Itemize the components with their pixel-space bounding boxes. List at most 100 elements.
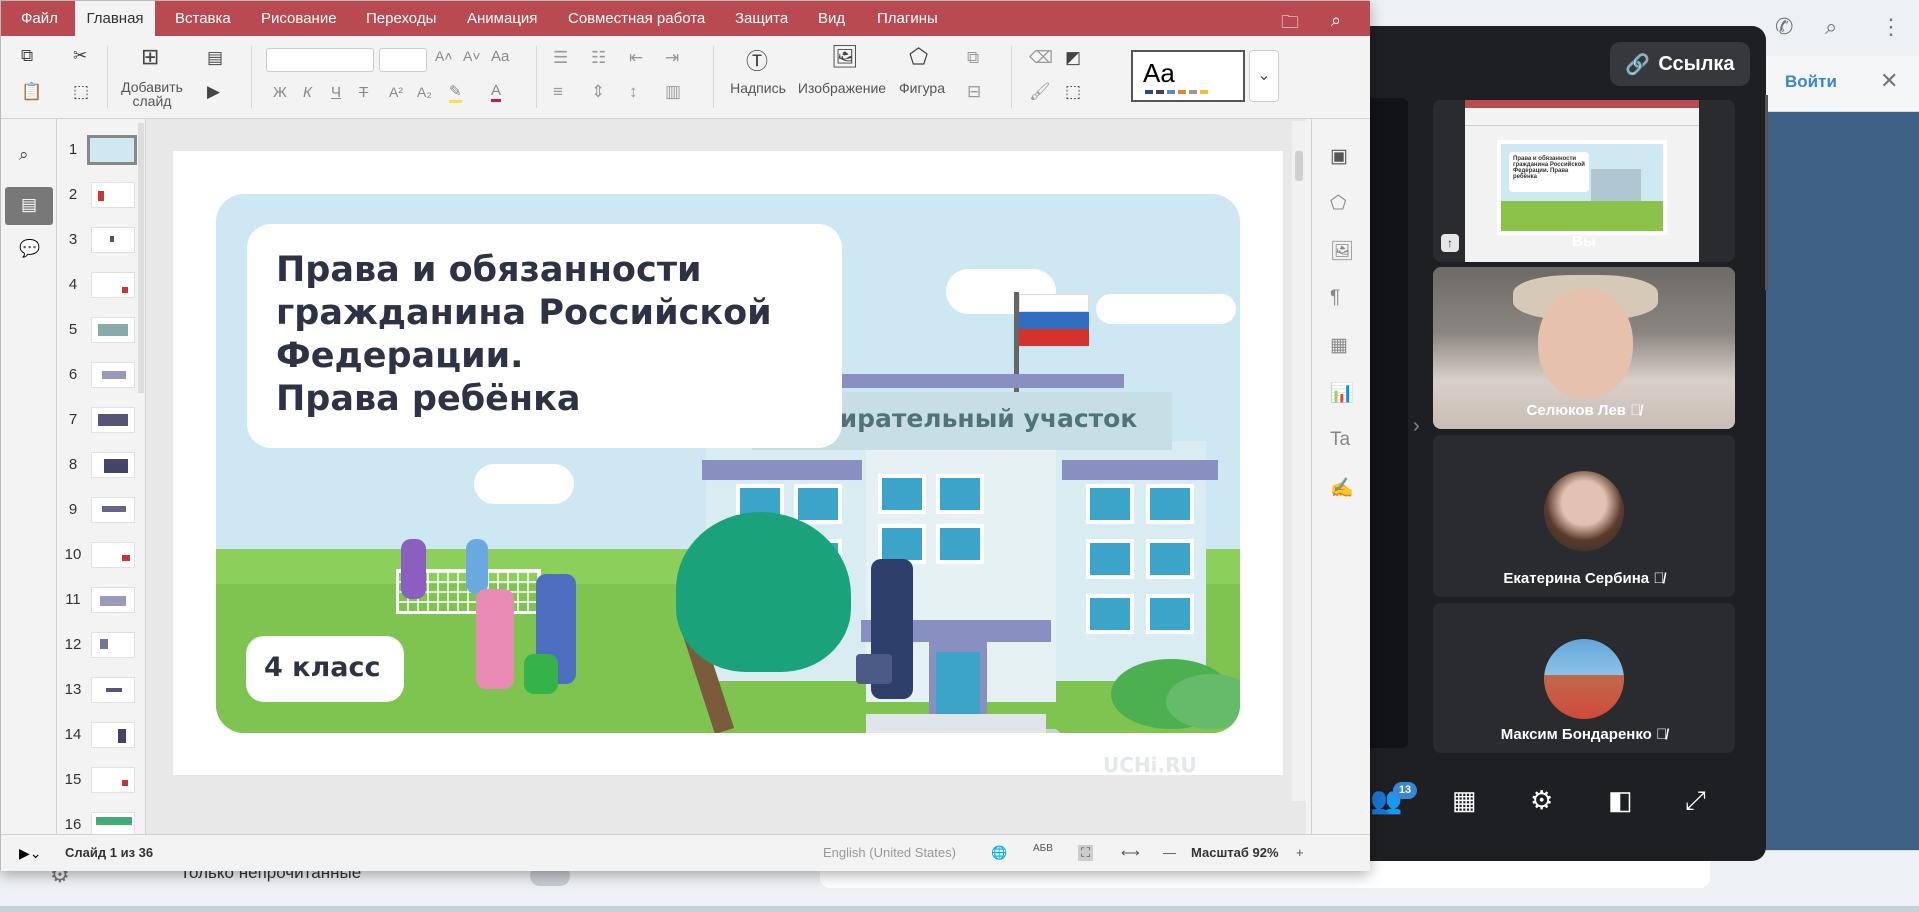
fill-icon[interactable]: ◩ [1065, 48, 1081, 68]
shape-settings-icon[interactable]: ⬠ [1330, 192, 1347, 215]
menu-plugins[interactable]: Плагины [877, 10, 938, 27]
thumbnails-scrollbar[interactable] [138, 123, 144, 393]
increase-indent-icon[interactable]: ⇥ [665, 48, 679, 68]
grid-view-icon[interactable]: ▦ [1452, 785, 1477, 816]
add-slide-button[interactable]: Добавить слайд [116, 80, 188, 108]
underline-icon[interactable]: Ч [331, 84, 341, 101]
textbox-button[interactable]: Надпись [726, 80, 790, 96]
participant-tile[interactable]: Екатерина Сербина 🎙̸ [1433, 435, 1735, 597]
menu-file[interactable]: Файл [21, 10, 58, 27]
picture-in-picture-icon[interactable]: ◧ [1608, 785, 1633, 816]
menu-protection[interactable]: Защита [735, 10, 788, 27]
language-select[interactable]: English (United States) [823, 845, 956, 860]
image-button[interactable]: Изображение [796, 80, 888, 96]
image-icon[interactable]: 🖼 [831, 44, 859, 70]
fullscreen-icon[interactable]: ⤢ [1685, 785, 1706, 817]
decrease-indent-icon[interactable]: ⇤ [629, 48, 643, 68]
menu-insert[interactable]: Вставка [175, 10, 231, 27]
slide-thumbnail[interactable]: 11 [57, 581, 145, 621]
paragraph-settings-icon[interactable]: ¶ [1330, 287, 1340, 309]
font-shrink-icon[interactable]: A˅ [463, 48, 481, 64]
highlight-icon[interactable]: ✎ [449, 82, 462, 103]
menu-collaboration[interactable]: Совместная работа [568, 10, 705, 27]
slide-thumbnail[interactable]: 16 [57, 806, 145, 834]
slide-settings-icon[interactable]: ▣ [1330, 145, 1348, 168]
spellcheck-icon[interactable]: АБВ [1033, 843, 1053, 854]
join-button[interactable]: Войти [1785, 72, 1837, 92]
slide-thumbnail[interactable]: 12 [57, 626, 145, 666]
comments-icon[interactable]: 💬 [19, 239, 40, 259]
format-painter-icon[interactable]: 🖌 [1029, 82, 1051, 102]
search-icon[interactable]: ⌕ [1825, 14, 1837, 40]
slides-icon[interactable]: ▤ [21, 195, 37, 215]
zoom-in-icon[interactable]: + [1296, 845, 1304, 860]
slide-canvas[interactable]: Избирательный участок Права и обязанност… [173, 151, 1283, 777]
columns-icon[interactable]: ▥ [665, 82, 681, 102]
zoom-out-icon[interactable]: — [1163, 845, 1176, 860]
text-art-settings-icon[interactable]: Ta [1330, 429, 1350, 451]
numbering-icon[interactable]: ☷ [591, 48, 606, 68]
horizontal-scrollbar[interactable] [0, 906, 1919, 912]
globe-icon[interactable]: 🌐 [991, 845, 1007, 861]
signature-settings-icon[interactable]: ✍ [1330, 476, 1354, 500]
slide-thumbnail[interactable]: 8 [57, 446, 145, 486]
slide-title[interactable]: Права и обязанности гражданина Российско… [276, 249, 836, 421]
slide-thumbnail[interactable]: 1 [57, 131, 145, 171]
search-icon[interactable]: ⌕ [1331, 10, 1341, 31]
chevron-right-icon[interactable]: › [1413, 415, 1420, 438]
menu-animation[interactable]: Анимация [467, 10, 537, 27]
participant-tile[interactable]: Селюков Лев 🎙̸ [1433, 267, 1735, 429]
slide-size-icon[interactable]: ⬚ [1065, 82, 1081, 102]
slide-thumbnail[interactable]: 13 [57, 671, 145, 711]
slide-thumbnail[interactable]: 3 [57, 221, 145, 261]
italic-icon[interactable]: К [303, 84, 312, 101]
add-slide-icon[interactable]: ⊞ [141, 44, 159, 70]
select-all-icon[interactable]: ⬚ [73, 82, 89, 102]
superscript-icon[interactable]: A² [389, 84, 403, 100]
theme-style-preview[interactable]: Aa [1131, 50, 1245, 102]
menu-draw[interactable]: Рисование [261, 10, 337, 27]
shape-icon[interactable]: ⬠ [909, 44, 928, 70]
align-left-icon[interactable]: ≡ [553, 82, 563, 102]
font-name-select[interactable] [266, 48, 374, 72]
bullets-icon[interactable]: ☰ [553, 48, 568, 68]
chevron-down-icon[interactable]: ⌄ [1249, 50, 1279, 102]
menu-home[interactable]: Главная [75, 1, 155, 36]
clear-format-icon[interactable]: ⌫ [1029, 48, 1053, 68]
slideshow-icon[interactable]: ▶ [207, 82, 220, 102]
align-objects-icon[interactable]: ⊟ [967, 82, 981, 102]
menu-view[interactable]: Вид [818, 10, 845, 27]
copy-link-button[interactable]: 🔗 Ссылка [1610, 42, 1750, 86]
font-size-select[interactable] [379, 48, 427, 72]
shape-button[interactable]: Фигура [894, 80, 950, 96]
subscript-icon[interactable]: A₂ [417, 84, 432, 100]
vertical-align-icon[interactable]: ⇕ [591, 82, 605, 102]
textbox-icon[interactable]: Ⓣ [746, 44, 768, 76]
participant-tile[interactable]: Максим Бондаренко 🎙̸ [1433, 603, 1735, 753]
slide-thumbnail[interactable]: 10 [57, 536, 145, 576]
slideshow-play-icon[interactable]: ▶⌄ [19, 845, 42, 862]
participants-scrollbar[interactable] [1765, 95, 1768, 290]
copy-icon[interactable]: ⧉ [21, 46, 33, 66]
bold-icon[interactable]: Ж [273, 84, 287, 101]
slide-thumbnail[interactable]: 6 [57, 356, 145, 396]
settings-gear-icon[interactable]: ⚙ [1530, 785, 1553, 816]
slide-thumbnail[interactable]: 7 [57, 401, 145, 441]
editor-scrollbar[interactable] [1292, 121, 1306, 801]
layout-icon[interactable]: ▤ [207, 48, 223, 68]
participant-tile-self[interactable]: Права и обязанности гражданина Российско… [1433, 100, 1735, 262]
strikethrough-icon[interactable]: Т [359, 84, 368, 101]
arrange-icon[interactable]: ⧉ [967, 48, 979, 68]
slide-thumbnail[interactable]: 9 [57, 491, 145, 531]
search-icon[interactable]: ⌕ [19, 145, 29, 165]
image-settings-icon[interactable]: 🖼 [1330, 239, 1354, 263]
cut-icon[interactable]: ✂ [73, 46, 87, 66]
font-color-icon[interactable]: A [491, 82, 502, 102]
grade-label[interactable]: 4 класс [264, 652, 381, 683]
fit-width-icon[interactable]: ⟷ [1121, 845, 1140, 861]
slide-thumbnail[interactable]: 14 [57, 716, 145, 756]
phone-icon[interactable]: ✆ [1775, 14, 1793, 40]
fit-slide-icon[interactable]: ⛶ [1078, 845, 1094, 861]
paste-icon[interactable]: 📋 [21, 82, 42, 102]
slide-thumbnail[interactable]: 4 [57, 266, 145, 306]
